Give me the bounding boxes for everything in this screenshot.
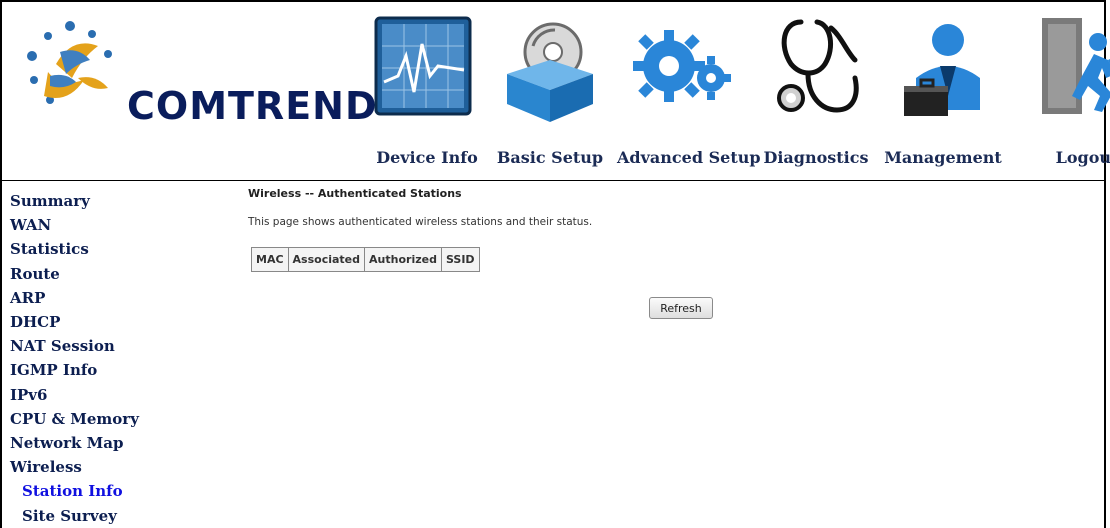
nav-advanced-setup[interactable]: Advanced Setup: [617, 16, 761, 176]
box-disc-icon: [507, 22, 593, 122]
sidebar-item-arp[interactable]: ARP: [2, 286, 192, 310]
column-header-mac: MAC: [251, 247, 289, 272]
sidebar-item-statistics[interactable]: Statistics: [2, 237, 192, 261]
nav-management[interactable]: Management: [884, 16, 1002, 176]
nav-label: Advanced Setup: [617, 148, 761, 167]
column-header-ssid: SSID: [440, 247, 480, 272]
gears-icon: [633, 30, 731, 102]
nav-logout[interactable]: Logout: [1032, 16, 1110, 176]
sidebar-item-route[interactable]: Route: [2, 262, 192, 286]
sidebar-item-site-survey[interactable]: Site Survey: [2, 504, 192, 528]
nav-label: Logout: [1055, 148, 1110, 167]
nav-label: Basic Setup: [496, 148, 604, 167]
stations-table: MAC Associated Authorized SSID: [251, 247, 480, 272]
sidebar-item-ipv6[interactable]: IPv6: [2, 383, 192, 407]
header: COMTREND Device Info Basic Setup Advance…: [2, 2, 1110, 181]
column-header-associated: Associated: [287, 247, 366, 272]
sidebar-item-cpu-memory[interactable]: CPU & Memory: [2, 407, 192, 431]
sidebar-item-summary[interactable]: Summary: [2, 189, 192, 213]
comtrend-logo-mark: [27, 21, 112, 104]
nav-label: Diagnostics: [763, 148, 869, 167]
page-title: Wireless -- Authenticated Stations: [248, 187, 462, 200]
monitor-chart-icon: [374, 16, 472, 116]
nav-basic-setup[interactable]: Basic Setup: [495, 16, 605, 176]
table-header-row: MAC Associated Authorized SSID: [251, 247, 480, 272]
sidebar-item-station-info[interactable]: Station Info: [2, 479, 192, 503]
nav-device-info[interactable]: Device Info: [372, 16, 482, 176]
main-content: Wireless -- Authenticated Stations This …: [248, 181, 1088, 521]
user-briefcase-icon: [904, 24, 980, 116]
exit-door-icon: [1042, 18, 1110, 114]
sidebar-item-network-map[interactable]: Network Map: [2, 431, 192, 455]
sidebar-item-dhcp[interactable]: DHCP: [2, 310, 192, 334]
nav-diagnostics[interactable]: Diagnostics: [761, 16, 871, 176]
nav-label: Device Info: [376, 148, 478, 167]
sidebar-item-igmp-info[interactable]: IGMP Info: [2, 358, 192, 382]
comtrend-logo: COMTREND: [20, 16, 377, 136]
page-description: This page shows authenticated wireless s…: [248, 216, 593, 228]
nav-label: Management: [884, 148, 1002, 167]
sidebar-item-wan[interactable]: WAN: [2, 213, 192, 237]
sidebar: Summary WAN Statistics Route ARP DHCP NA…: [2, 181, 192, 528]
column-header-authorized: Authorized: [364, 247, 442, 272]
brand-name: COMTREND: [127, 84, 378, 128]
refresh-button[interactable]: Refresh: [649, 297, 713, 319]
sidebar-item-wireless[interactable]: Wireless: [2, 455, 192, 479]
sidebar-item-nat-session[interactable]: NAT Session: [2, 334, 192, 358]
stethoscope-icon: [777, 19, 859, 113]
